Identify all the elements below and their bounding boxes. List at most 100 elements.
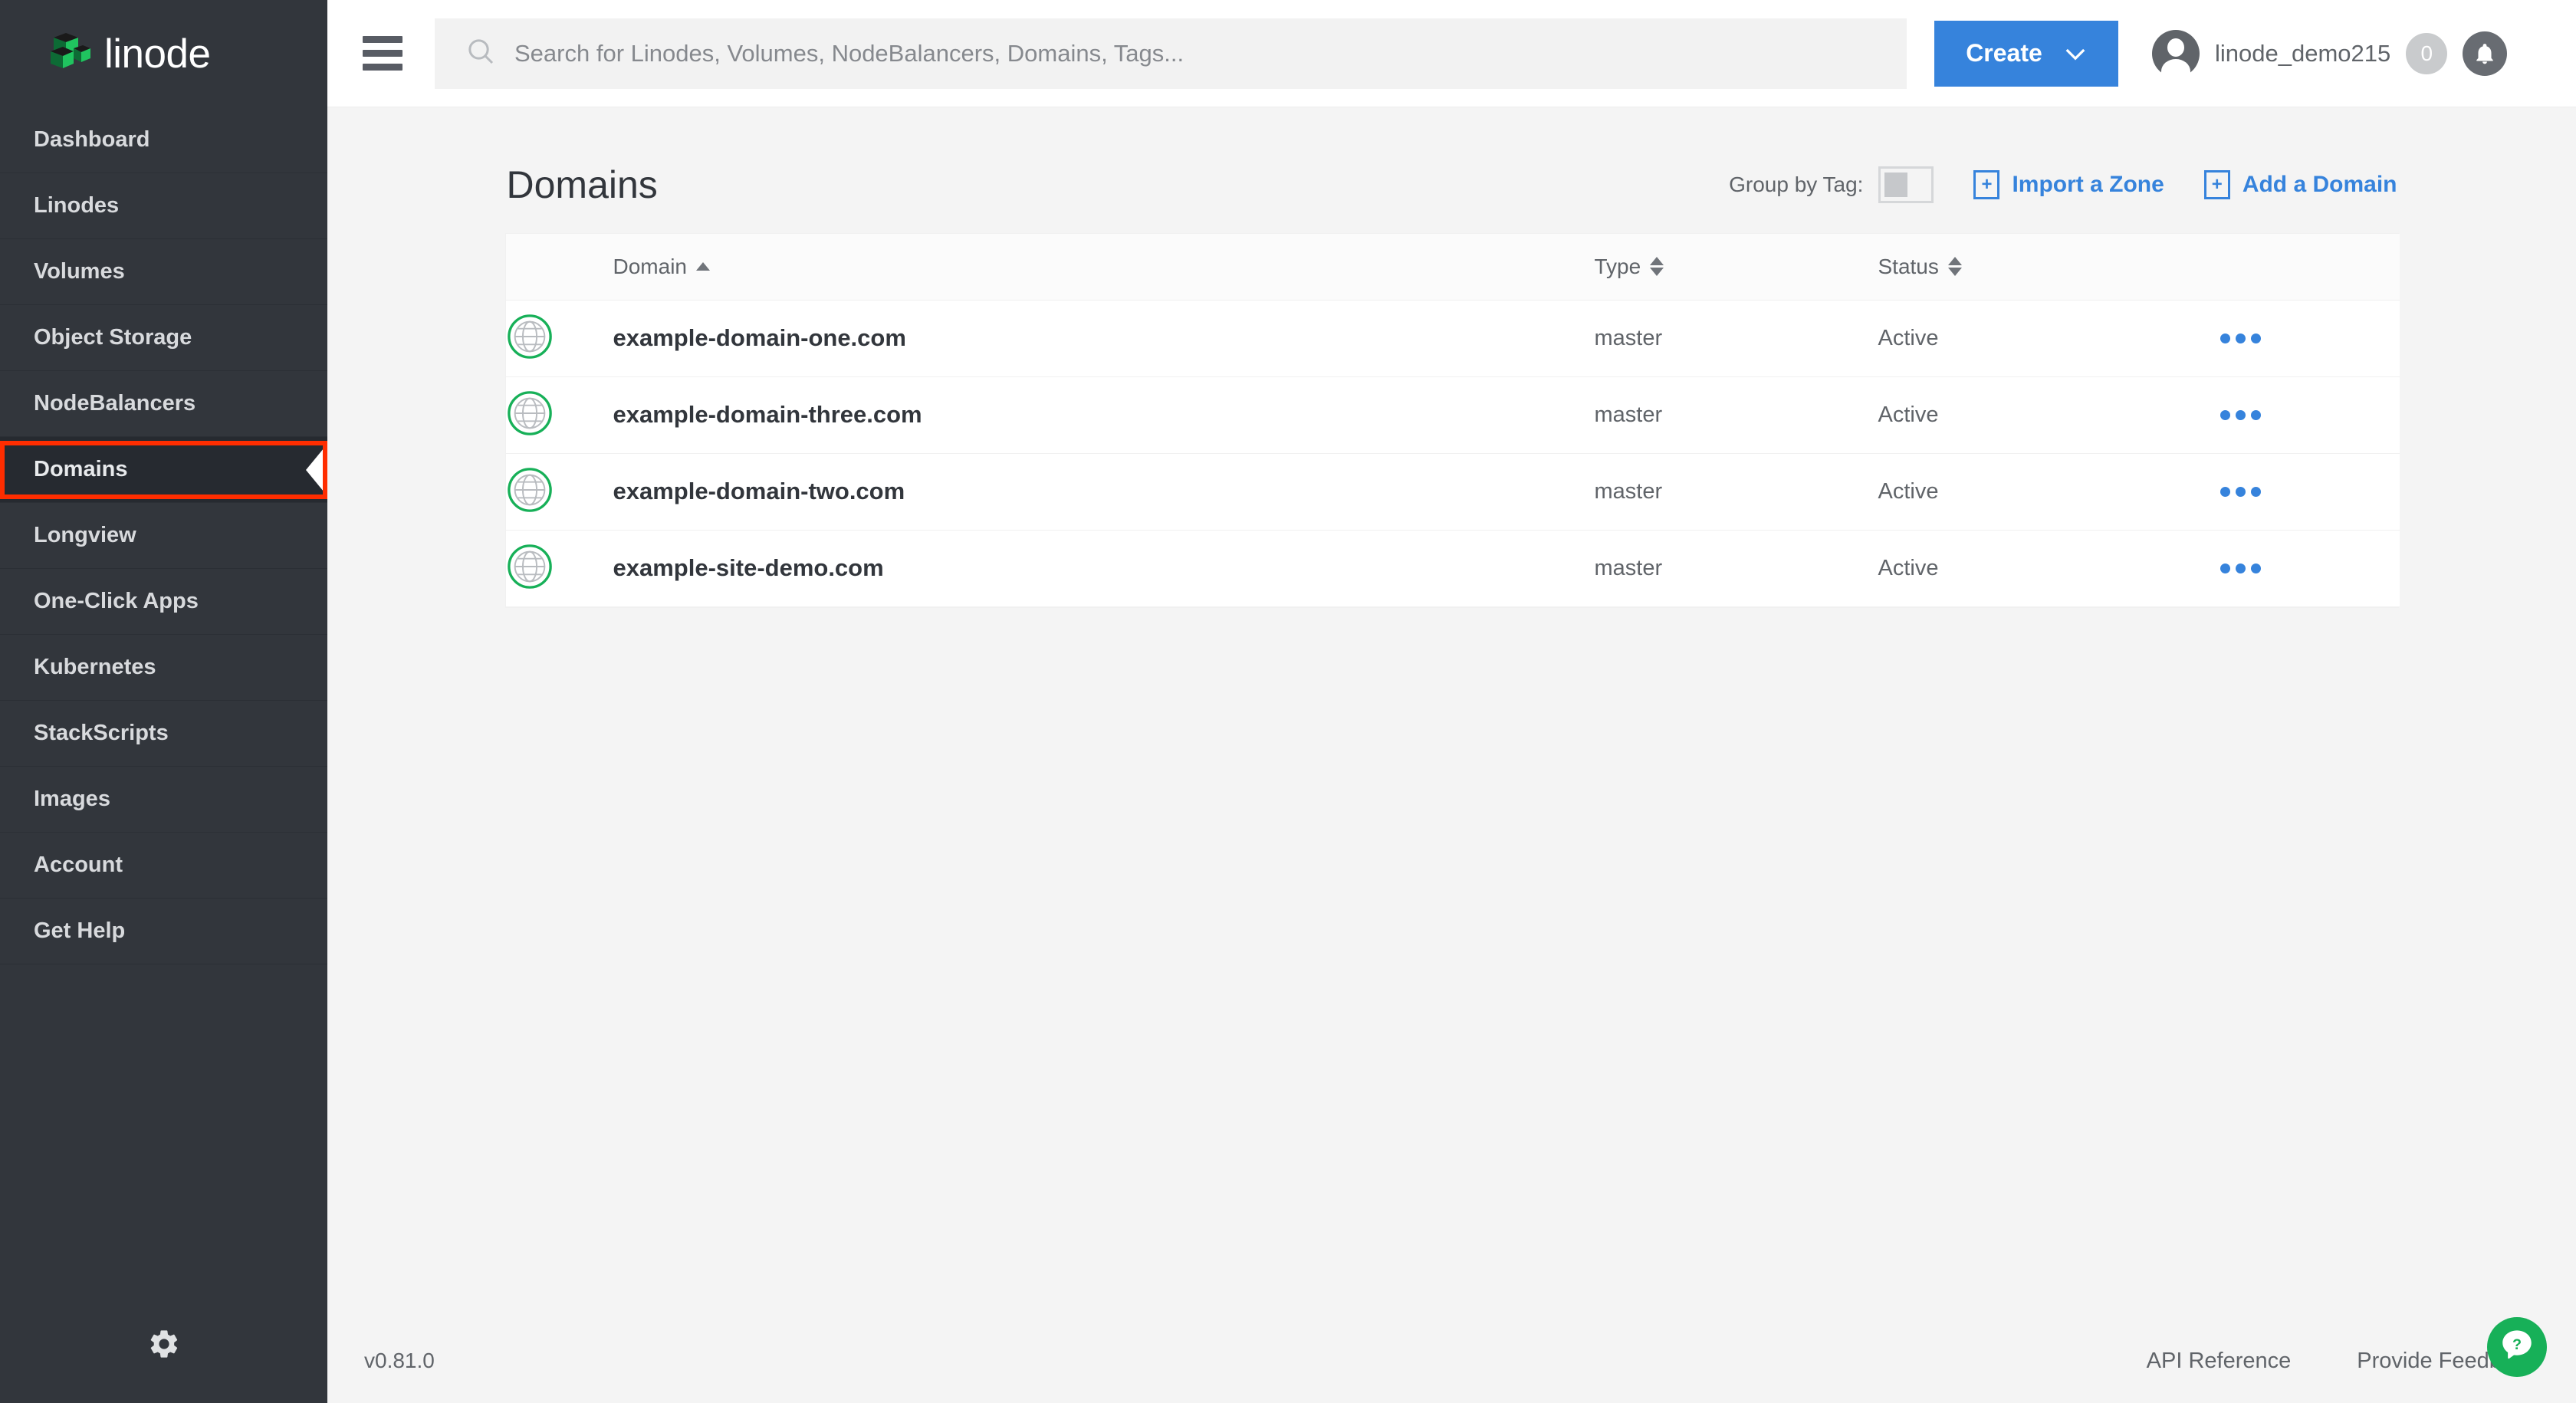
domain-type: master [1594, 478, 1663, 504]
domains-table-card: Domain Type Status example-domain-one.co… [504, 233, 2400, 608]
plus-icon: + [1973, 170, 2000, 199]
row-status-cell: Active [1878, 453, 2208, 530]
table-row[interactable]: example-domain-three.com master Active [505, 376, 2400, 453]
sidebar-item-account[interactable]: Account [0, 833, 327, 899]
search-icon [465, 36, 496, 71]
sidebar-item-get-help[interactable]: Get Help [0, 899, 327, 964]
user-avatar-icon[interactable] [2152, 29, 2200, 77]
globe-icon [506, 390, 554, 440]
sidebar-item-nodebalancers[interactable]: NodeBalancers [0, 371, 327, 437]
sidebar-item-label: NodeBalancers [34, 391, 196, 416]
table-row[interactable]: example-domain-one.com master Active [505, 300, 2400, 376]
sidebar-item-images[interactable]: Images [0, 767, 327, 833]
globe-icon [506, 314, 554, 363]
column-header-icon [505, 234, 613, 301]
app-version: v0.81.0 [364, 1349, 435, 1372]
sidebar-item-label: Dashboard [34, 127, 150, 152]
sidebar-item-linodes[interactable]: Linodes [0, 173, 327, 239]
domain-name-link[interactable]: example-domain-two.com [613, 478, 905, 504]
help-button[interactable]: ? [2487, 1317, 2547, 1377]
domain-status: Active [1878, 478, 1939, 504]
domain-type: master [1594, 402, 1663, 427]
table-row[interactable]: example-domain-two.com master Active [505, 453, 2400, 530]
row-icon-cell [506, 376, 613, 453]
row-status-cell: Active [1878, 376, 2208, 453]
sidebar-item-kubernetes[interactable]: Kubernetes [0, 635, 327, 701]
api-reference-link[interactable]: API Reference [2147, 1349, 2292, 1374]
sidebar-item-one-click-apps[interactable]: One-Click Apps [0, 569, 327, 635]
globe-icon [506, 467, 554, 517]
table-row[interactable]: example-site-demo.com master Active [505, 530, 2400, 606]
page-header-actions: Group by Tag: + Import a Zone + Add a Do… [1729, 166, 2397, 203]
row-icon-cell [506, 530, 613, 606]
help-question-icon: ? [2498, 1326, 2536, 1368]
more-options-icon[interactable] [2208, 563, 2400, 573]
row-domain-cell[interactable]: example-domain-one.com [613, 300, 1595, 376]
create-button[interactable]: Create [1934, 20, 2118, 87]
domain-status: Active [1878, 402, 1939, 427]
username-label[interactable]: linode_demo215 [2215, 40, 2390, 67]
linode-cubes-logo-icon [48, 30, 90, 77]
sidebar-item-dashboard[interactable]: Dashboard [0, 107, 327, 173]
sidebar-item-volumes[interactable]: Volumes [0, 239, 327, 305]
search-bar[interactable] [435, 18, 1907, 89]
domains-table: Domain Type Status example-domain-one.co… [505, 234, 2400, 607]
create-button-label: Create [1966, 39, 2042, 67]
sidebar-item-domains[interactable]: Domains [0, 437, 327, 503]
domain-status: Active [1878, 325, 1939, 350]
sidebar-item-label: Longview [34, 523, 136, 547]
page-title: Domains [506, 163, 658, 206]
column-header-domain[interactable]: Domain [613, 234, 1595, 301]
footer-links: API Reference Provide Feedback [2147, 1349, 2536, 1374]
domain-name-link[interactable]: example-domain-three.com [613, 401, 922, 428]
domain-status: Active [1878, 555, 1939, 580]
column-header-domain-label: Domain [613, 254, 687, 278]
row-domain-cell[interactable]: example-domain-two.com [613, 453, 1595, 530]
sidebar-item-label: Images [34, 787, 110, 811]
column-header-type[interactable]: Type [1594, 234, 1878, 301]
toggle-knob [1884, 172, 1908, 197]
footer: v0.81.0 API Reference Provide Feedback ? [327, 1317, 2576, 1403]
add-a-domain-label: Add a Domain [2242, 172, 2397, 197]
top-bar: Create linode_demo215 0 [327, 0, 2576, 107]
column-header-status-label: Status [1878, 254, 1939, 278]
sidebar-item-label: Linodes [34, 193, 120, 218]
row-actions-cell [2208, 530, 2400, 606]
brand-logo[interactable]: linode [0, 0, 327, 107]
sidebar-item-longview[interactable]: Longview [0, 503, 327, 569]
domain-name-link[interactable]: example-domain-one.com [613, 324, 906, 351]
sidebar-item-label: One-Click Apps [34, 589, 199, 613]
search-input[interactable] [514, 39, 1876, 67]
content-area: Domains Group by Tag: + Import a Zone + … [327, 107, 2576, 1403]
bell-icon[interactable] [2463, 31, 2508, 76]
main-area: Create linode_demo215 0 Domains [327, 0, 2576, 1403]
more-options-icon[interactable] [2208, 333, 2400, 343]
sort-ascending-icon [695, 262, 710, 271]
group-by-tag-toggle[interactable] [1878, 166, 1934, 203]
sidebar: linode Dashboard Linodes Volumes Object … [0, 0, 327, 1403]
app-root: linode Dashboard Linodes Volumes Object … [0, 0, 2576, 1403]
table-header-row: Domain Type Status [505, 234, 2400, 301]
sidebar-item-label: Object Storage [34, 325, 192, 350]
row-type-cell: master [1595, 453, 1878, 530]
hamburger-menu-icon[interactable] [347, 36, 418, 71]
add-a-domain-button[interactable]: + Add a Domain [2203, 170, 2397, 199]
more-options-icon[interactable] [2208, 486, 2400, 497]
row-domain-cell[interactable]: example-site-demo.com [613, 530, 1595, 606]
import-a-zone-button[interactable]: + Import a Zone [1973, 170, 2164, 199]
group-by-tag-control: Group by Tag: [1729, 166, 1934, 203]
sidebar-item-stackscripts[interactable]: StackScripts [0, 701, 327, 767]
row-domain-cell[interactable]: example-domain-three.com [613, 376, 1595, 453]
page-wrapper: Domains Group by Tag: + Import a Zone + … [504, 107, 2400, 608]
sidebar-item-object-storage[interactable]: Object Storage [0, 305, 327, 371]
more-options-icon[interactable] [2208, 409, 2400, 420]
row-actions-cell [2208, 376, 2400, 453]
sidebar-settings-button[interactable] [0, 1288, 327, 1403]
notification-count-badge[interactable]: 0 [2406, 32, 2448, 74]
column-header-actions [2207, 234, 2400, 301]
sidebar-item-label: Get Help [34, 918, 126, 943]
domain-name-link[interactable]: example-site-demo.com [613, 554, 884, 581]
plus-icon: + [2203, 170, 2230, 199]
column-header-status[interactable]: Status [1878, 234, 2208, 301]
